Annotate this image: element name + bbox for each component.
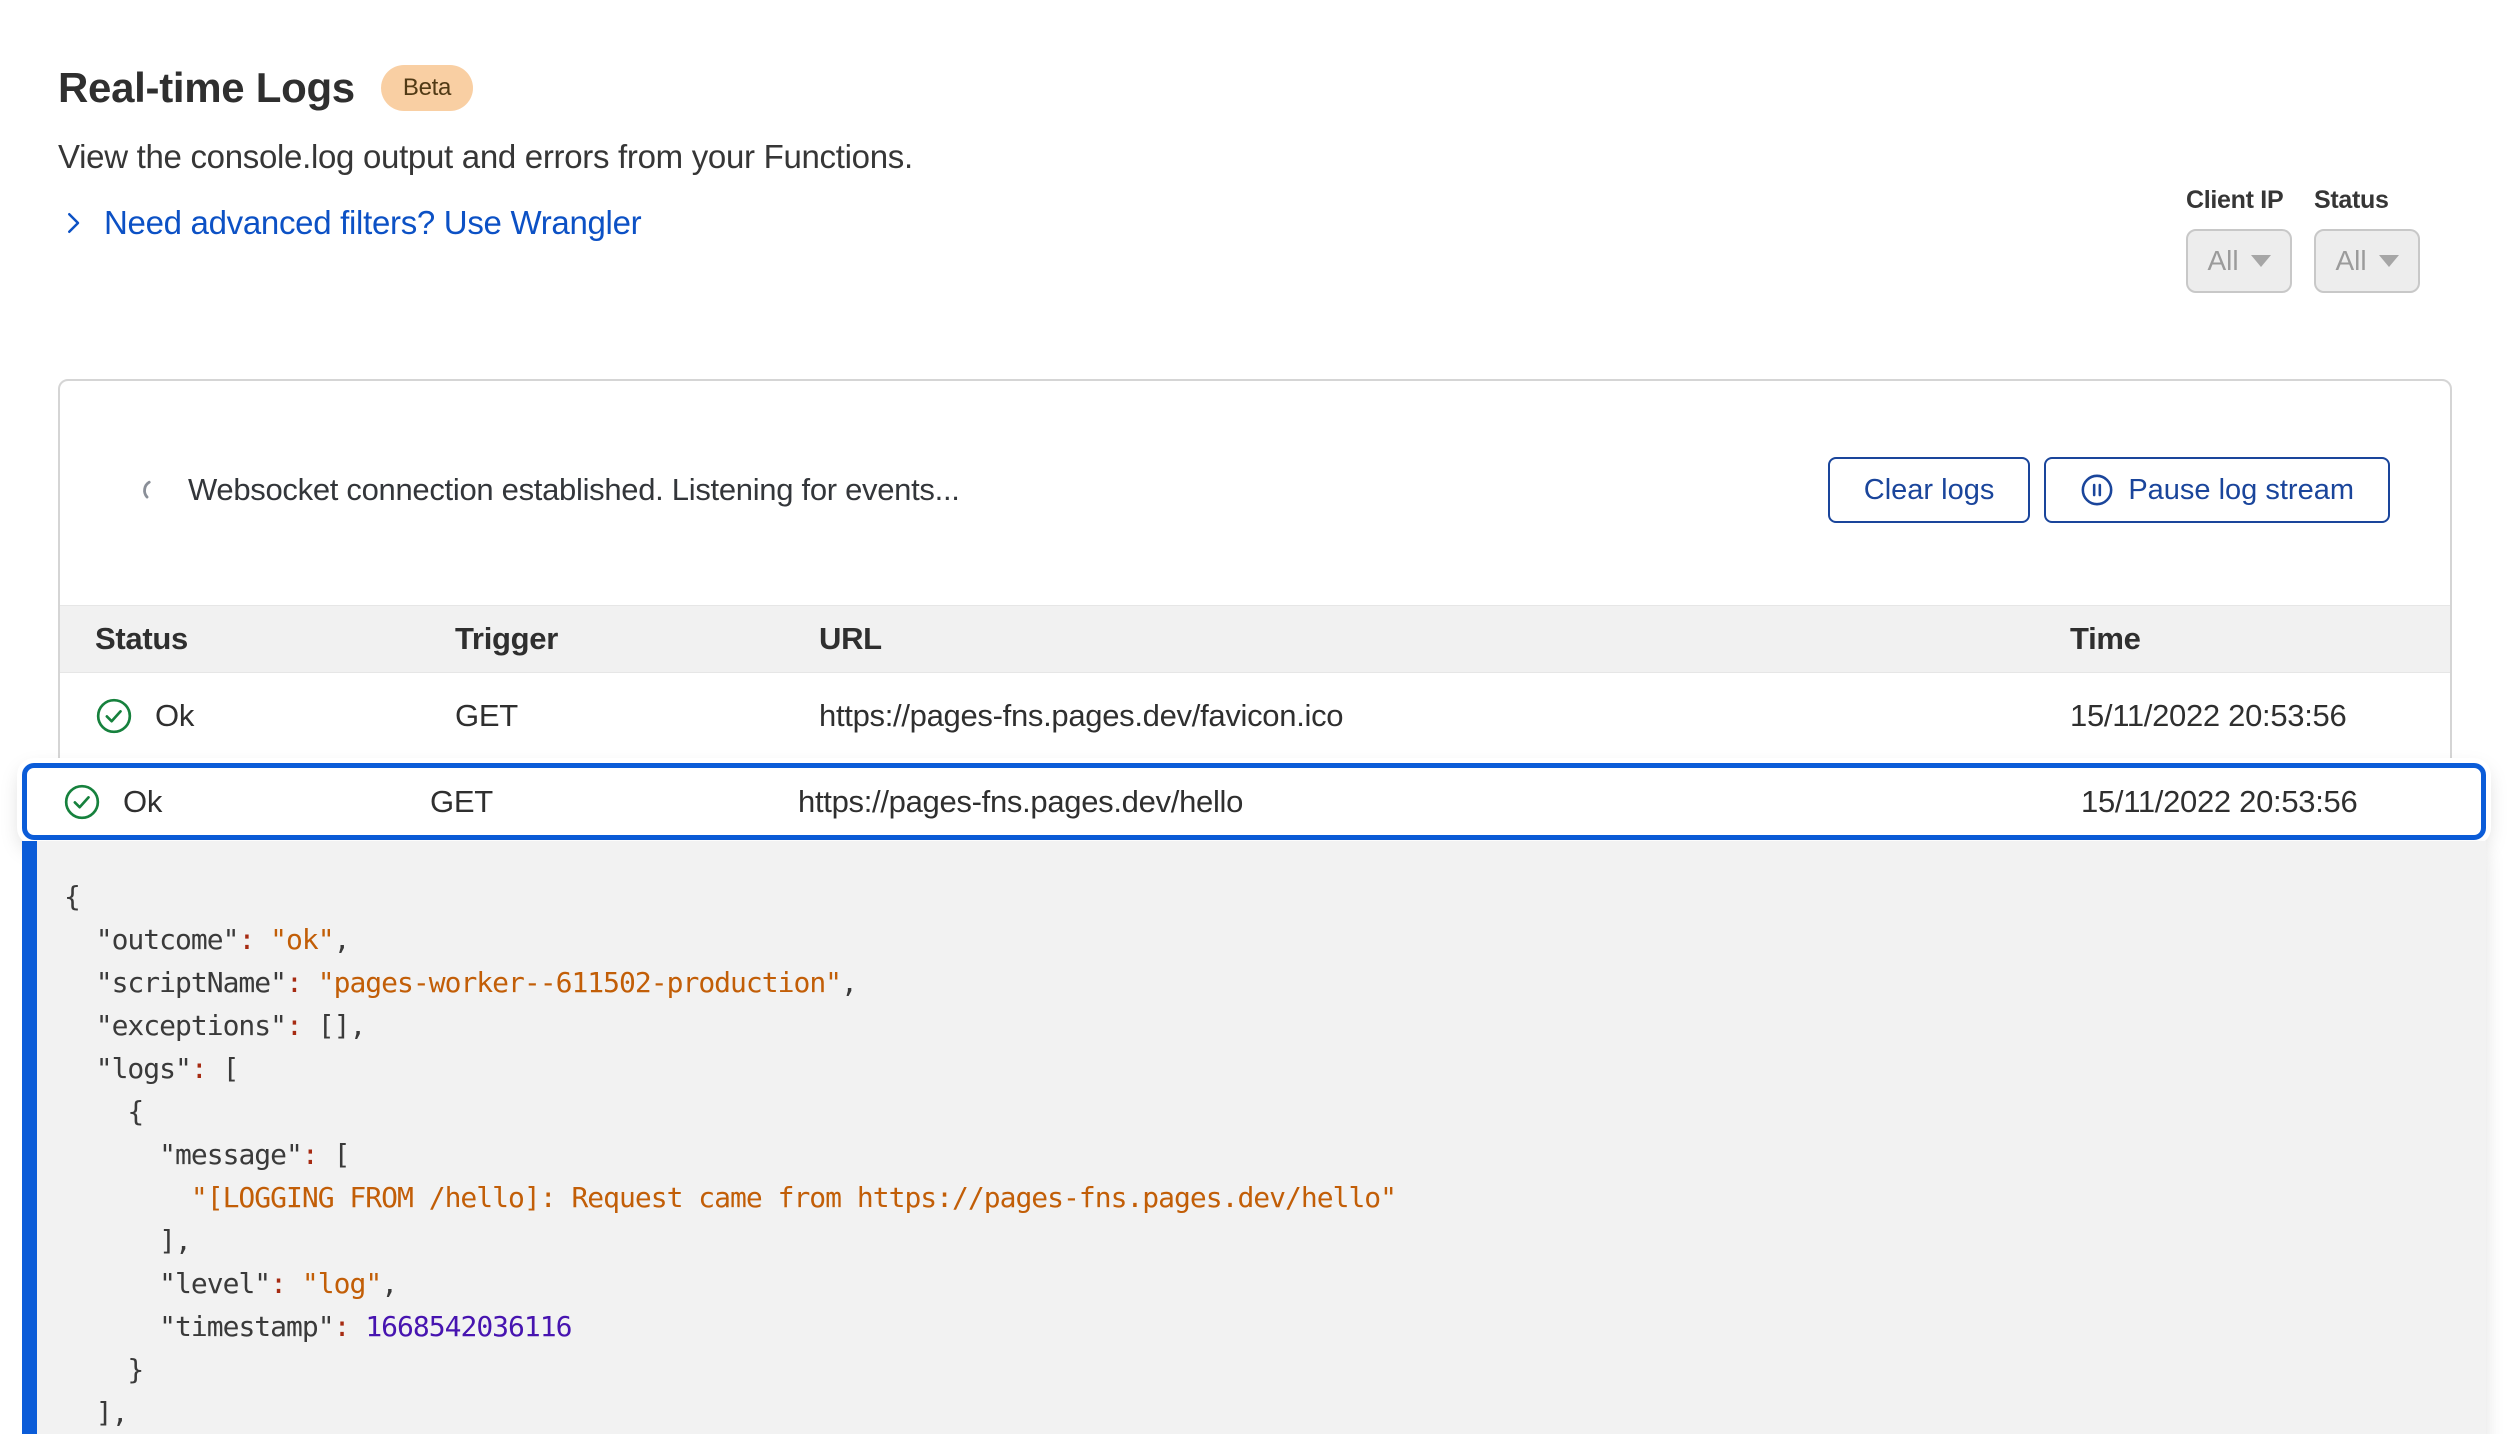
- column-header-time: Time: [2070, 621, 2450, 657]
- client-ip-filter-label: Client IP: [2186, 186, 2292, 215]
- client-ip-filter-dropdown[interactable]: All: [2186, 229, 2292, 293]
- row-trigger: GET: [455, 698, 819, 734]
- status-ok-icon: [95, 697, 133, 735]
- beta-badge: Beta: [381, 65, 473, 111]
- row-url: https://pages-fns.pages.dev/favicon.ico: [819, 698, 2070, 734]
- websocket-status-text: Websocket connection established. Listen…: [188, 472, 960, 508]
- row-time: 15/11/2022 20:53:56: [2081, 784, 2481, 820]
- caret-down-icon: [2251, 255, 2271, 267]
- websocket-status-bar: Websocket connection established. Listen…: [60, 457, 2450, 523]
- pause-log-stream-label: Pause log stream: [2128, 474, 2354, 507]
- table-header: Status Trigger URL Time: [60, 605, 2450, 673]
- page-title: Real-time Logs: [58, 64, 355, 112]
- pause-log-stream-button[interactable]: Pause log stream: [2044, 457, 2390, 523]
- log-detail-panel: { "outcome": "ok", "scriptName": "pages-…: [22, 841, 2486, 1434]
- row-time: 15/11/2022 20:53:56: [2070, 698, 2450, 734]
- realtime-logs-page: Real-time Logs Beta View the console.log…: [0, 0, 2508, 1434]
- row-status: Ok: [123, 784, 162, 820]
- clear-logs-button[interactable]: Clear logs: [1828, 457, 2031, 523]
- log-actions: Clear logs Pause log stream: [1828, 457, 2390, 523]
- status-filter-value: All: [2335, 245, 2366, 277]
- pause-icon: [2080, 473, 2114, 507]
- page-header: Real-time Logs Beta View the console.log…: [0, 0, 2508, 243]
- spinner-icon: [140, 477, 166, 503]
- wrangler-link[interactable]: Need advanced filters? Use Wrangler: [58, 204, 641, 242]
- wrangler-link-label: Need advanced filters? Use Wrangler: [104, 204, 641, 242]
- row-status: Ok: [155, 698, 194, 734]
- clear-logs-label: Clear logs: [1864, 474, 1995, 507]
- chevron-right-icon: [58, 208, 88, 238]
- column-header-trigger: Trigger: [455, 621, 819, 657]
- expanded-log-entry: Ok GET https://pages-fns.pages.dev/hello…: [22, 763, 2486, 1434]
- row-trigger: GET: [430, 784, 798, 820]
- table-row[interactable]: Ok GET https://pages-fns.pages.dev/favic…: [60, 673, 2450, 759]
- caret-down-icon: [2379, 255, 2399, 267]
- column-header-url: URL: [819, 621, 2070, 657]
- log-detail-code: { "outcome": "ok", "scriptName": "pages-…: [37, 841, 2486, 1434]
- status-filter: Status All: [2314, 186, 2420, 293]
- status-ok-icon: [63, 783, 101, 821]
- row-url: https://pages-fns.pages.dev/hello: [798, 784, 2081, 820]
- client-ip-filter: Client IP All: [2186, 186, 2292, 293]
- log-filters: Client IP All Status All: [2186, 186, 2420, 293]
- status-filter-label: Status: [2314, 186, 2420, 215]
- page-subtitle: View the console.log output and errors f…: [58, 138, 2508, 176]
- column-header-status: Status: [95, 621, 455, 657]
- table-row-selected[interactable]: Ok GET https://pages-fns.pages.dev/hello…: [22, 763, 2486, 840]
- status-filter-dropdown[interactable]: All: [2314, 229, 2420, 293]
- client-ip-filter-value: All: [2207, 245, 2238, 277]
